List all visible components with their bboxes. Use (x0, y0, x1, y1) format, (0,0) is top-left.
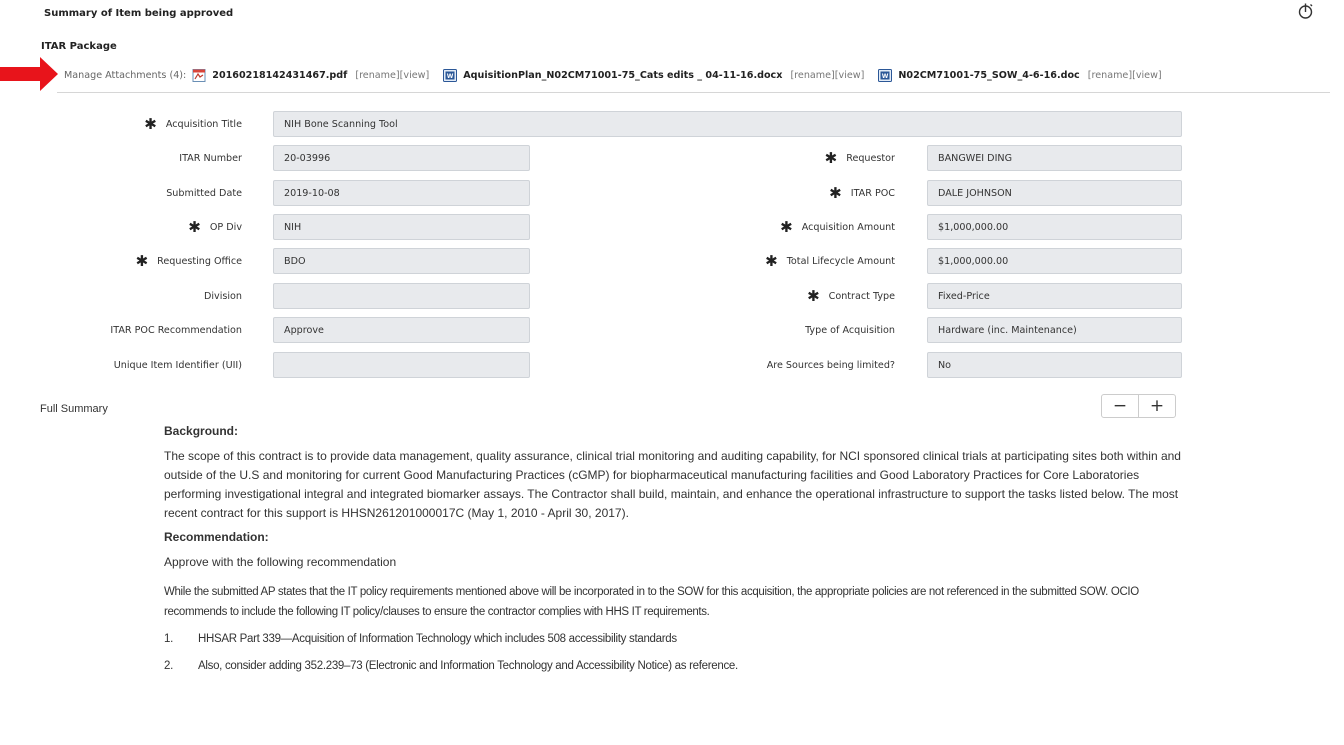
itar-poc-recommendation-field[interactable]: Approve (273, 317, 530, 343)
required-asterisk-icon: ✱ (144, 114, 157, 133)
view-link[interactable]: [view] (400, 70, 430, 81)
section-title-itar-package: ITAR Package (41, 41, 117, 52)
pdf-file-icon (192, 68, 206, 82)
zoom-out-button[interactable]: − (1102, 395, 1138, 417)
acquisition-amount-field[interactable]: $1,000,000.00 (927, 214, 1182, 240)
rename-link[interactable]: [rename] (1088, 70, 1132, 81)
required-asterisk-icon: ✱ (780, 217, 793, 236)
acquisition-title-label: ✱ Acquisition Title (144, 114, 242, 133)
op-div-label: ✱ OP Div (188, 217, 242, 236)
recommendation-list: 1. HHSAR Part 339—Acquisition of Informa… (164, 632, 1184, 674)
red-arrow-annotation (0, 57, 58, 91)
required-asterisk-icon: ✱ (824, 148, 838, 167)
acquisition-title-field[interactable]: NIH Bone Scanning Tool (273, 111, 1182, 137)
word-file-icon: W (443, 68, 458, 82)
contract-type-label: ✱ Contract Type (807, 286, 895, 305)
contract-type-field[interactable]: Fixed-Price (927, 283, 1182, 309)
page-title: Summary of Item being approved (44, 8, 234, 19)
required-asterisk-icon: ✱ (829, 183, 842, 202)
svg-text:W: W (447, 73, 454, 80)
attachment-file-name[interactable]: AquisitionPlan_N02CM71001-75_Cats edits … (463, 70, 782, 81)
op-div-field[interactable]: NIH (273, 214, 530, 240)
list-item: 1. HHSAR Part 339—Acquisition of Informa… (164, 633, 677, 645)
uii-label: Unique Item Identifier (UII) (113, 359, 242, 371)
itar-poc-field[interactable]: DALE JOHNSON (927, 180, 1182, 206)
manage-attachments-link[interactable]: Manage Attachments (4): (64, 70, 186, 81)
rename-link[interactable]: [rename] (355, 70, 399, 81)
submitted-date-label: Submitted Date (166, 187, 242, 199)
required-asterisk-icon: ✱ (765, 251, 778, 270)
background-heading: Background: (164, 424, 239, 438)
background-text: The scope of this contract is to provide… (164, 449, 1181, 520)
view-link[interactable]: [view] (835, 70, 865, 81)
recommendation-heading: Recommendation: (164, 530, 269, 544)
required-asterisk-icon: ✱ (188, 217, 201, 236)
word-file-icon: W (878, 68, 893, 82)
recommendation-text: While the submitted AP states that the I… (164, 586, 1139, 618)
sources-limited-label: Are Sources being limited? (766, 359, 895, 371)
recommendation-intro: Approve with the following recommendatio… (164, 555, 397, 569)
svg-text:W: W (882, 73, 889, 80)
itar-poc-recommendation-label: ITAR POC Recommendation (110, 324, 242, 336)
requestor-field[interactable]: BANGWEI DING (927, 145, 1182, 171)
attachment-file-name[interactable]: 20160218142431467.pdf (212, 70, 347, 81)
divider (57, 92, 1330, 93)
required-asterisk-icon: ✱ (135, 251, 149, 270)
attachment-file-name[interactable]: N02CM71001-75_SOW_4-6-16.doc (898, 70, 1079, 81)
timer-icon[interactable] (1297, 2, 1315, 20)
submitted-date-field[interactable]: 2019-10-08 (273, 180, 530, 206)
requestor-label: ✱ Requestor (824, 148, 895, 167)
view-link[interactable]: [view] (1132, 70, 1162, 81)
attachment-item: W AquisitionPlan_N02CM71001-75_Cats edit… (443, 68, 865, 82)
itar-poc-label: ✱ ITAR POC (829, 183, 895, 202)
zoom-in-button[interactable]: + (1138, 395, 1175, 417)
requesting-office-field[interactable]: BDO (273, 248, 530, 274)
required-asterisk-icon: ✱ (807, 286, 820, 305)
requesting-office-label: ✱ Requesting Office (135, 251, 242, 270)
acquisition-amount-label: ✱ Acquisition Amount (780, 217, 895, 236)
sources-limited-field[interactable]: No (927, 352, 1182, 378)
full-summary-label: Full Summary (40, 403, 108, 415)
total-lifecycle-amount-label: ✱ Total Lifecycle Amount (765, 251, 895, 270)
attachment-item: W N02CM71001-75_SOW_4-6-16.doc [rename] … (878, 68, 1162, 82)
itar-number-label: ITAR Number (179, 152, 242, 164)
type-of-acquisition-label: Type of Acquisition (805, 324, 895, 336)
uii-field[interactable] (273, 352, 530, 378)
attachments-row: Manage Attachments (4): 2016021814243146… (64, 68, 1176, 82)
list-item: 2. Also, consider adding 352.239–73 (Ele… (164, 660, 738, 672)
full-summary-content: Background: The scope of this contract i… (164, 424, 1184, 686)
division-label: Division (203, 290, 242, 302)
type-of-acquisition-field[interactable]: Hardware (inc. Maintenance) (927, 317, 1182, 343)
text-size-controls: − + (1101, 394, 1176, 418)
rename-link[interactable]: [rename] (790, 70, 834, 81)
total-lifecycle-amount-field[interactable]: $1,000,000.00 (927, 248, 1182, 274)
attachment-item: 20160218142431467.pdf [rename] [view] (192, 68, 430, 82)
itar-number-field[interactable]: 20-03996 (273, 145, 530, 171)
division-field[interactable] (273, 283, 530, 309)
